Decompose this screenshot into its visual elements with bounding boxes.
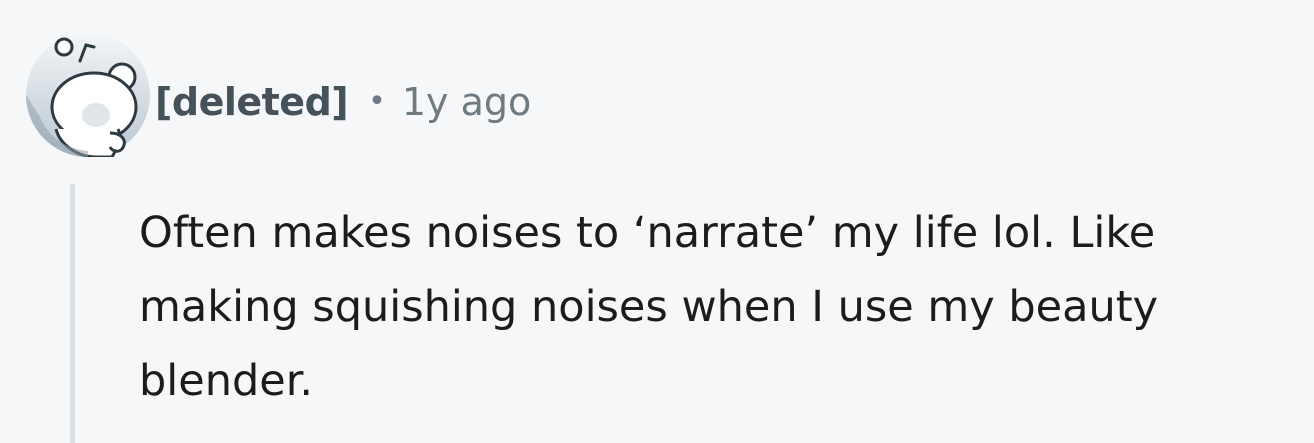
comment-body: Often makes noises to ‘narrate’ my life … bbox=[139, 208, 1159, 406]
avatar[interactable] bbox=[26, 33, 150, 159]
author-name[interactable]: [deleted] bbox=[155, 76, 349, 128]
reddit-snoo-avatar-icon bbox=[26, 33, 150, 159]
comment-meta: [deleted] • 1y ago bbox=[155, 76, 531, 128]
comment-card: [deleted] • 1y ago Often makes noises to… bbox=[0, 0, 1314, 443]
thread-collapse-line[interactable] bbox=[70, 184, 75, 443]
meta-separator: • bbox=[368, 84, 386, 119]
timestamp[interactable]: 1y ago bbox=[402, 76, 531, 128]
